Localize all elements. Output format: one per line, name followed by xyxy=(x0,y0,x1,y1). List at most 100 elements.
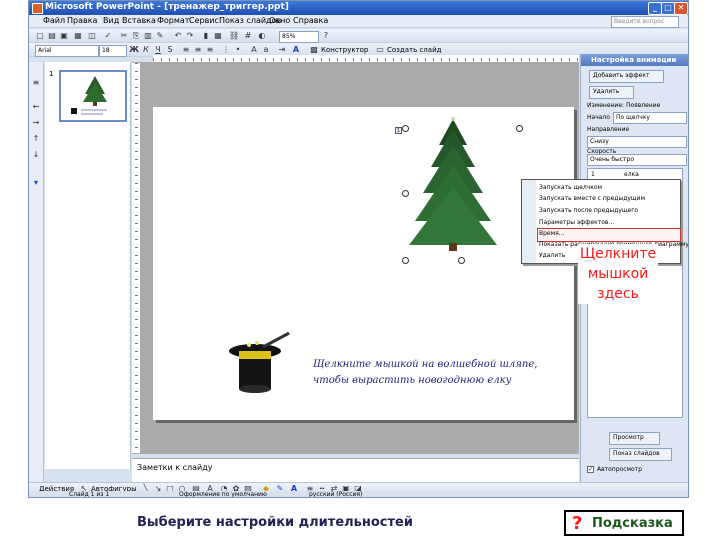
menu-insert[interactable]: Вставка xyxy=(122,16,156,25)
underline-icon[interactable]: Ч xyxy=(153,45,163,55)
speed-select[interactable]: Очень быстро xyxy=(587,154,687,166)
autopreview-label: Автопросмотр xyxy=(597,466,643,473)
undo-icon[interactable]: ↶ xyxy=(173,31,183,41)
selection-handle[interactable] xyxy=(458,257,465,264)
magic-hat-image[interactable] xyxy=(223,327,303,397)
redo-icon[interactable]: ↷ xyxy=(185,31,195,41)
slide-text[interactable]: Щелкните мышкой на волшебной шляпе, чтоб… xyxy=(313,357,553,389)
start-on-click-item[interactable]: Запускать щелчком xyxy=(539,184,602,191)
notes-placeholder: Заметки к слайду xyxy=(137,463,213,472)
click-here-callout: Щелкните мышкой здесь xyxy=(578,244,658,304)
menu-edit[interactable]: Правка xyxy=(67,16,97,25)
selection-handle[interactable] xyxy=(516,125,523,132)
numbering-icon[interactable]: ⋮ xyxy=(221,45,231,55)
change-label: Изменение: Появление xyxy=(587,102,661,109)
slides-thumbnail-pane: 1 xyxy=(45,62,131,469)
callout-line-2: мышкой xyxy=(587,266,649,282)
move-up-icon[interactable]: ↑ xyxy=(31,134,41,144)
thumbnail-preview xyxy=(71,76,107,115)
slide-text-line-1: Щелкните мышкой на волшебной шляпе, xyxy=(313,359,538,370)
menu-format[interactable]: Формат xyxy=(157,16,189,25)
animation-tag-icon: 1 xyxy=(395,127,402,134)
help-icon[interactable]: ? xyxy=(321,31,331,41)
show-formatting-icon[interactable]: ▾ xyxy=(31,178,41,188)
print-icon[interactable]: ▦ xyxy=(73,31,83,41)
align-right-icon[interactable]: ≡ xyxy=(205,45,215,55)
direction-select[interactable]: Снизу xyxy=(587,136,687,148)
align-left-icon[interactable]: ≡ xyxy=(181,45,191,55)
font-combo[interactable]: Arial xyxy=(35,45,99,57)
font-color-icon[interactable]: A xyxy=(291,45,301,55)
timing-item[interactable]: Время... xyxy=(539,230,564,237)
language-indicator: русский (Россия) xyxy=(309,491,363,498)
slide-thumbnail[interactable] xyxy=(59,70,127,122)
table-icon[interactable]: ▦ xyxy=(213,31,223,41)
start-label: Начало xyxy=(587,114,610,121)
font-size-combo[interactable]: 18 xyxy=(99,45,127,57)
menu-help[interactable]: Справка xyxy=(293,16,328,25)
shadow-icon[interactable]: S xyxy=(165,45,175,55)
spelling-icon[interactable]: ✓ xyxy=(103,31,113,41)
paste-icon[interactable]: ▥ xyxy=(143,31,153,41)
outline-tab-icon[interactable]: ≡ xyxy=(31,78,41,88)
close-button[interactable]: ✕ xyxy=(674,2,688,15)
new-slide-icon[interactable]: ▭ xyxy=(375,45,385,55)
menu-view[interactable]: Вид xyxy=(103,16,119,25)
selection-handle[interactable] xyxy=(402,257,409,264)
autopreview-checkbox[interactable]: ✓ xyxy=(587,466,594,473)
italic-icon[interactable]: К xyxy=(141,45,151,55)
demote-icon[interactable]: → xyxy=(31,118,41,128)
cut-icon[interactable]: ✂ xyxy=(119,31,129,41)
bullets-icon[interactable]: • xyxy=(233,45,243,55)
remove-item[interactable]: Удалить xyxy=(539,252,565,259)
effect-options-item[interactable]: Параметры эффектов... xyxy=(539,219,614,226)
selection-handle[interactable] xyxy=(402,125,409,132)
new-icon[interactable]: ▢ xyxy=(35,31,45,41)
menu-file[interactable]: Файл xyxy=(43,16,65,25)
new-slide-button[interactable]: Создать слайд xyxy=(387,45,441,55)
slideshow-button[interactable]: Показ слайдов xyxy=(609,448,672,461)
preview-icon[interactable]: ◫ xyxy=(87,31,97,41)
menu-gutter xyxy=(522,180,536,263)
indent-icon[interactable]: ⇥ xyxy=(277,45,287,55)
format-painter-icon[interactable]: ✎ xyxy=(155,31,165,41)
increase-font-icon[interactable]: A xyxy=(249,45,259,55)
selection-handle[interactable] xyxy=(402,190,409,197)
zoom-combo[interactable]: 85% xyxy=(279,31,319,43)
promote-icon[interactable]: ← xyxy=(31,102,41,112)
vertical-ruler xyxy=(132,63,140,453)
slide-text-line-2: чтобы вырастить новогоднюю елку xyxy=(313,375,512,386)
slide-number: 1 xyxy=(49,70,54,78)
maximize-button[interactable]: □ xyxy=(661,2,675,15)
menu-tools[interactable]: Сервис xyxy=(189,16,219,25)
design-name: Оформление по умолчанию xyxy=(179,491,267,498)
open-icon[interactable]: ▤ xyxy=(47,31,57,41)
hyperlink-icon[interactable]: ⛓ xyxy=(229,31,239,41)
grid-icon[interactable]: # xyxy=(243,31,253,41)
remove-effect-button[interactable]: Удалить xyxy=(589,86,634,99)
powerpoint-app-icon xyxy=(32,3,43,14)
design-icon[interactable]: ▩ xyxy=(309,45,319,55)
bold-icon[interactable]: Ж xyxy=(129,45,139,55)
hint-button[interactable]: ? Подсказка xyxy=(564,510,684,536)
christmas-tree-image[interactable] xyxy=(403,115,503,255)
list-item-name[interactable]: елка xyxy=(624,171,639,178)
start-select[interactable]: По щелчку xyxy=(613,112,687,124)
start-after-previous-item[interactable]: Запускать после предыдущего xyxy=(539,207,638,214)
menu-window[interactable]: Окно xyxy=(269,16,290,25)
design-button[interactable]: Конструктор xyxy=(321,45,368,55)
minimize-button[interactable]: _ xyxy=(648,2,662,15)
move-down-icon[interactable]: ↓ xyxy=(31,150,41,160)
add-effect-button[interactable]: Добавить эффект xyxy=(589,70,664,83)
notes-pane[interactable]: Заметки к слайду xyxy=(132,458,579,482)
chart-icon[interactable]: ▮ xyxy=(201,31,211,41)
copy-icon[interactable]: ⎘ xyxy=(131,31,141,41)
align-center-icon[interactable]: ≡ xyxy=(193,45,203,55)
instruction-text: Выберите настройки длительностей xyxy=(137,515,413,530)
play-button[interactable]: Просмотр xyxy=(609,432,660,445)
save-icon[interactable]: ▣ xyxy=(59,31,69,41)
decrease-font-icon[interactable]: a xyxy=(261,45,271,55)
start-with-previous-item[interactable]: Запускать вместе с предыдущим xyxy=(539,195,645,202)
color-icon[interactable]: ◐ xyxy=(257,31,267,41)
ask-question-input[interactable]: Введите вопрос xyxy=(611,16,679,28)
